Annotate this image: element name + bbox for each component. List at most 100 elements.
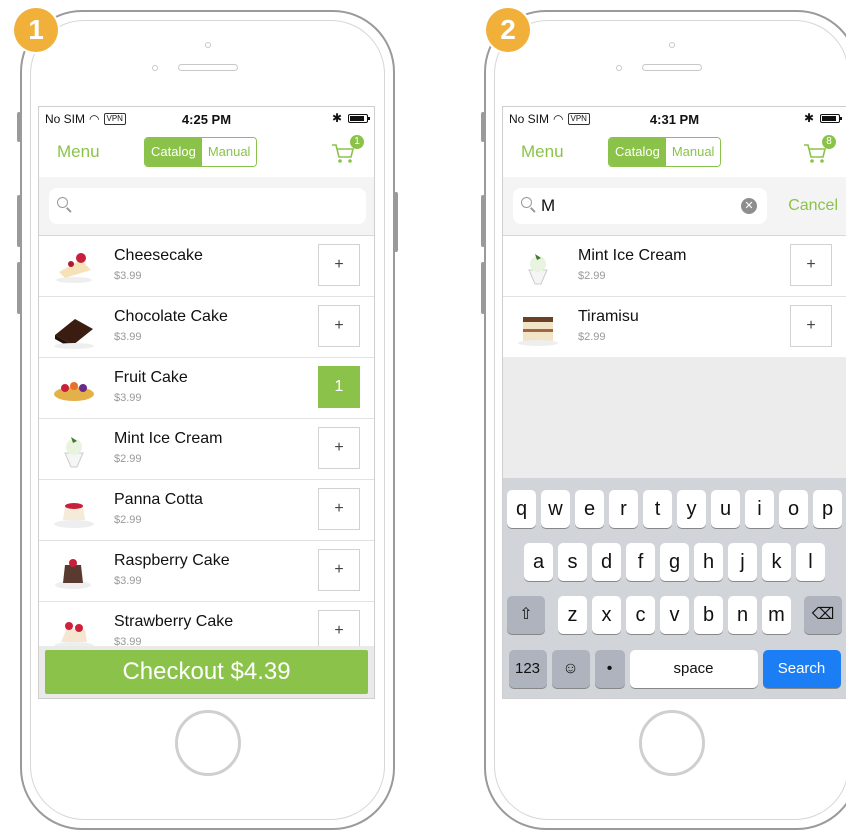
cart-button[interactable]: 8 [802,135,836,165]
raspberry-cake-image [55,559,91,589]
key-q[interactable]: q [507,490,536,528]
fruit-cake-image [54,382,94,401]
segment-catalog[interactable]: Catalog [609,138,666,166]
key-d[interactable]: d [592,543,621,581]
add-button[interactable]: + [790,244,832,286]
key-k[interactable]: k [762,543,791,581]
space-key[interactable]: space [629,650,758,688]
numbers-key[interactable]: 123 [508,650,547,688]
item-name: Mint Ice Cream [114,430,223,447]
segment-manual[interactable]: Manual [201,138,257,166]
step-badge-2: 2 [486,8,530,52]
tiramisu-image [518,317,558,346]
status-bar: No SIM ◠ VPN 4:31 PM ✱ [503,107,846,129]
key-x[interactable]: x [592,596,621,634]
key-p[interactable]: p [813,490,842,528]
bluetooth-icon: ✱ [803,111,814,125]
cart-button[interactable]: 1 [330,135,364,165]
battery-icon [348,113,370,123]
segment-manual[interactable]: Manual [665,138,721,166]
home-button[interactable] [638,710,705,776]
list-item[interactable]: Raspberry Cake $3.99 + [39,541,374,602]
add-button[interactable]: + [318,549,360,591]
list-item[interactable]: Mint Ice Cream $2.99 + [503,236,846,297]
search-bar: M ✕ Cancel [503,177,846,236]
item-price: $3.99 [114,575,142,587]
bluetooth-icon: ✱ [331,111,342,125]
search-key[interactable]: Search [762,650,841,688]
volume-up-button [481,195,485,247]
key-y[interactable]: y [677,490,706,528]
dictation-key[interactable]: • [594,650,625,688]
item-price: $3.99 [114,270,142,282]
status-bar: No SIM ◠ VPN 4:25 PM ✱ [39,107,374,129]
key-l[interactable]: l [796,543,825,581]
add-button[interactable]: + [318,305,360,347]
search-field[interactable] [49,188,366,224]
item-price: $2.99 [114,514,142,526]
key-h[interactable]: h [694,543,723,581]
add-button[interactable]: + [318,244,360,286]
cancel-button[interactable]: Cancel [788,197,838,215]
checkout-button[interactable]: Checkout $4.39 [45,650,368,694]
item-name: Tiramisu [578,308,639,325]
search-input[interactable]: M [541,188,555,224]
cart-count-badge: 8 [822,135,836,149]
key-c[interactable]: c [626,596,655,634]
item-name: Panna Cotta [114,491,203,508]
step-badge-1: 1 [14,8,58,52]
key-a[interactable]: a [524,543,553,581]
item-price: $2.99 [578,270,606,282]
emoji-key[interactable]: ☺ [551,650,590,688]
key-w[interactable]: w [541,490,570,528]
key-m[interactable]: m [762,596,791,634]
key-j[interactable]: j [728,543,757,581]
key-r[interactable]: r [609,490,638,528]
panna-cotta-image [54,503,94,528]
add-button[interactable]: + [790,305,832,347]
key-t[interactable]: t [643,490,672,528]
item-name: Cheesecake [114,247,203,264]
power-button [394,192,398,252]
key-v[interactable]: v [660,596,689,634]
key-o[interactable]: o [779,490,808,528]
item-name: Raspberry Cake [114,552,230,569]
key-u[interactable]: u [711,490,740,528]
key-f[interactable]: f [626,543,655,581]
search-field[interactable]: M ✕ [513,188,767,224]
list-item[interactable]: Cheesecake $3.99 + [39,236,374,297]
key-i[interactable]: i [745,490,774,528]
backspace-key[interactable]: ⌫ [804,596,842,634]
shift-icon: ⇧ [519,606,533,623]
chocolate-cake-image [54,319,94,349]
home-button[interactable] [174,710,241,776]
key-e[interactable]: e [575,490,604,528]
list-item[interactable]: Chocolate Cake $3.99 + [39,297,374,358]
sensor [616,65,622,71]
item-name: Chocolate Cake [114,308,228,325]
clear-search-icon[interactable]: ✕ [741,198,757,214]
shift-key[interactable]: ⇧ [507,596,545,634]
battery-icon [820,113,842,123]
keyboard-row-1: q w e r t y u i o p [503,490,846,528]
menu-button[interactable]: Menu [57,142,100,162]
key-z[interactable]: z [558,596,587,634]
add-button[interactable]: + [318,427,360,469]
menu-button[interactable]: Menu [521,142,564,162]
list-item[interactable]: Tiramisu $2.99 + [503,297,846,358]
list-item[interactable]: Panna Cotta $2.99 + [39,480,374,541]
add-button[interactable]: + [318,488,360,530]
app-screen-2: No SIM ◠ VPN 4:31 PM ✱ Menu Catalog Manu… [502,106,846,699]
search-bar [39,177,374,236]
cheesecake-image [56,253,92,283]
quantity-button[interactable]: 1 [318,366,360,408]
key-b[interactable]: b [694,596,723,634]
item-price: $2.99 [114,453,142,465]
list-item[interactable]: Fruit Cake $3.99 1 [39,358,374,419]
list-item[interactable]: Mint Ice Cream $2.99 + [39,419,374,480]
key-s[interactable]: s [558,543,587,581]
key-g[interactable]: g [660,543,689,581]
key-n[interactable]: n [728,596,757,634]
mode-segmented-control: Catalog Manual [144,137,258,167]
segment-catalog[interactable]: Catalog [145,138,202,166]
